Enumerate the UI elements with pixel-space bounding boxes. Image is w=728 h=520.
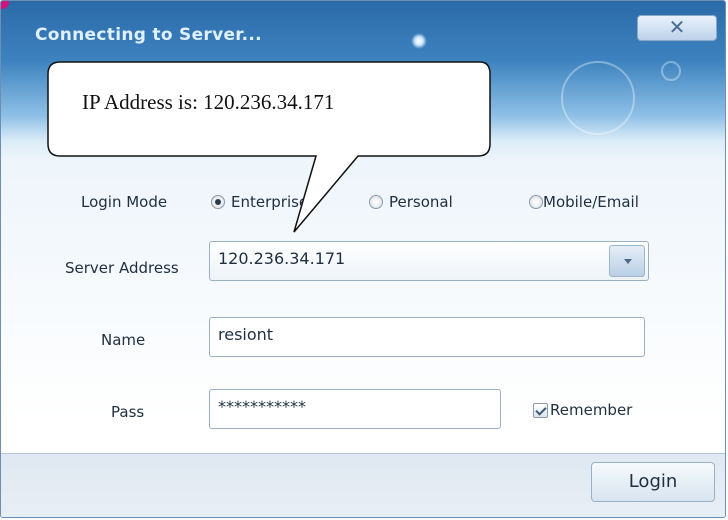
callout-bubble <box>47 61 491 233</box>
callout-text: IP Address is: 120.236.34.171 <box>82 90 335 114</box>
annotation-callout <box>47 61 491 233</box>
